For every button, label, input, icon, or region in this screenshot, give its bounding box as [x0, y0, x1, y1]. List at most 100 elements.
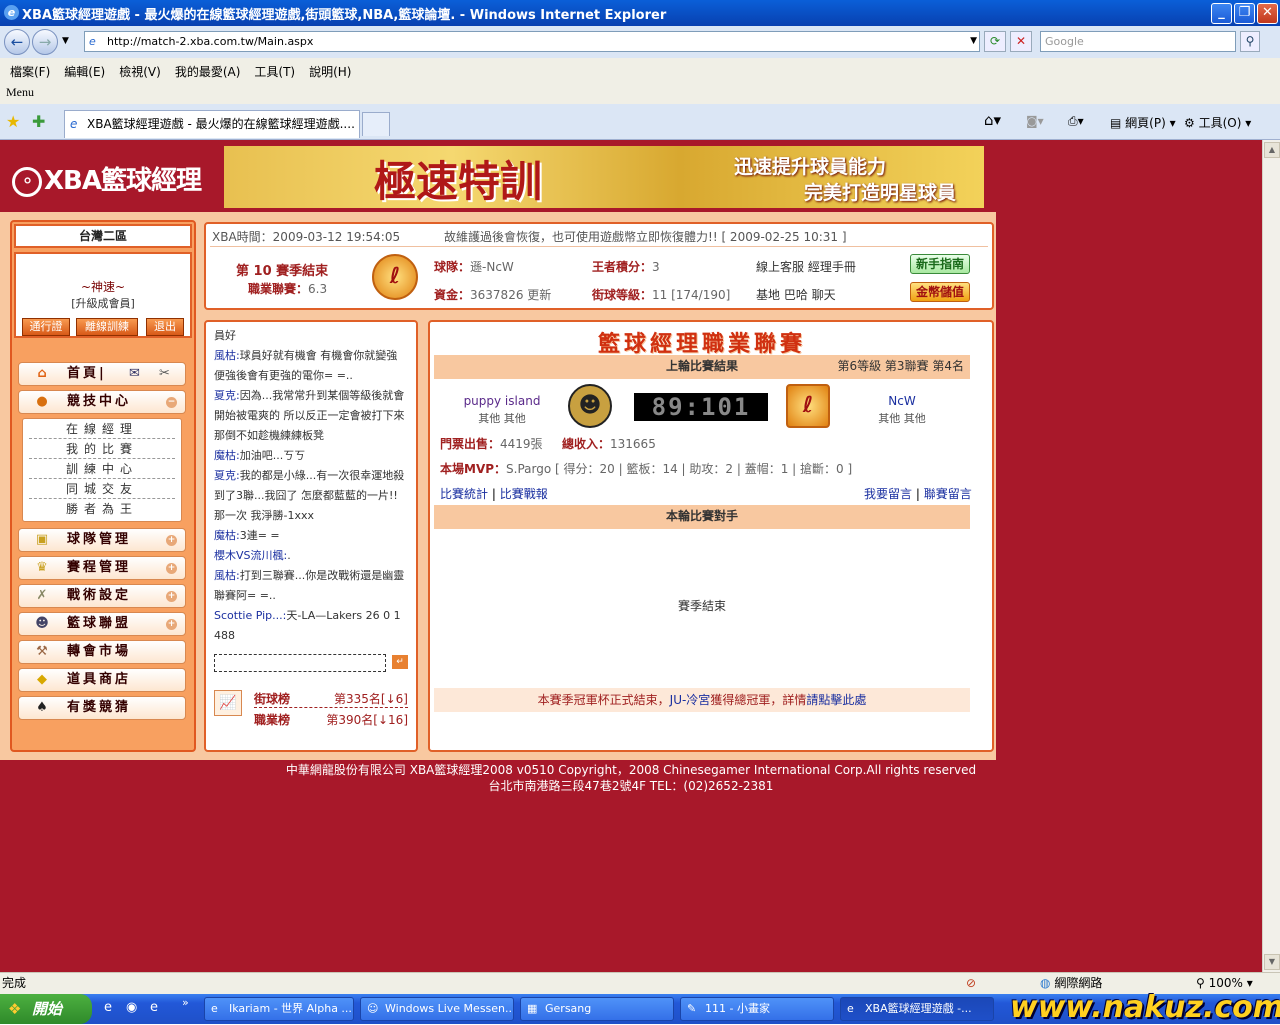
history-dropdown-icon[interactable]: ▼ — [62, 36, 69, 46]
nav-tactics[interactable]: ✗ 戰術設定 + — [18, 584, 186, 608]
close-button[interactable]: ✕ — [1257, 3, 1278, 24]
collapse-icon[interactable]: − — [166, 397, 177, 408]
chat-author[interactable]: 櫻木VS流川楓: — [214, 549, 287, 562]
upgrade-member-link[interactable]: [升級成會員] — [16, 295, 190, 311]
xba-logo[interactable]: ⚬ XBA籃球經理 — [12, 160, 202, 197]
expand-icon[interactable]: + — [166, 591, 177, 602]
search-icon[interactable]: ⚲ — [1240, 31, 1260, 52]
maximize-button[interactable]: ❐ — [1234, 3, 1255, 24]
team-value: 遜-NcW — [470, 260, 514, 274]
nav-team-management[interactable]: ▣ 球隊管理 + — [18, 528, 186, 552]
protected-mode-icon[interactable]: ⊘ — [966, 973, 976, 993]
newbie-guide-button[interactable]: 新手指南 — [910, 254, 970, 274]
subnav-my-matches[interactable]: 我的比賽 — [29, 439, 175, 459]
chat-input[interactable] — [214, 654, 386, 672]
feeds-icon[interactable]: ◙▾ — [1026, 114, 1044, 128]
expand-icon[interactable]: + — [166, 563, 177, 574]
search-input[interactable]: Google — [1040, 31, 1236, 52]
page-menu[interactable]: ▤ 網頁(P) ▾ — [1110, 114, 1176, 131]
print-icon[interactable]: ⎙▾ — [1068, 114, 1084, 129]
logout-button[interactable]: 退出 — [146, 318, 184, 336]
add-favorite-icon[interactable]: ✚ — [32, 112, 45, 131]
chat-send-icon[interactable]: ↵ — [392, 655, 408, 669]
task-ikariam[interactable]: e Ikariam - 世界 Alpha ... — [204, 997, 354, 1021]
minimize-button[interactable]: _ — [1211, 3, 1232, 24]
task-xba[interactable]: e XBA籃球經理遊戲 -... — [840, 997, 994, 1021]
vertical-scrollbar[interactable]: ▲ ▼ — [1262, 140, 1280, 972]
tab-xba[interactable]: e XBA籃球經理遊戲 - 最火爆的在線籃球經理遊戲.... — [64, 110, 360, 138]
stop-button[interactable]: ✕ — [1010, 31, 1032, 52]
address-dropdown-icon[interactable]: ▼ — [970, 32, 977, 51]
leave-message-link[interactable]: 我要留言 — [864, 487, 912, 501]
away-team-name[interactable]: NcW — [852, 394, 952, 408]
team-emblem-icon[interactable]: ℓ — [372, 254, 418, 300]
league-message-link[interactable]: 聯賽留言 — [924, 487, 972, 501]
ie-quicklaunch-icon[interactable]: e — [104, 1000, 112, 1015]
quicklaunch-more-icon[interactable]: » — [182, 996, 189, 1009]
refresh-button[interactable]: ⟳ — [984, 31, 1006, 52]
mail-icon[interactable]: ✉ — [129, 363, 140, 385]
chat-author[interactable]: 魔枯: — [214, 529, 240, 542]
menu-help[interactable]: 說明(H) — [309, 63, 351, 80]
globe-icon: ◍ — [1040, 976, 1051, 990]
nav-league[interactable]: ☻ 籃球聯盟 + — [18, 612, 186, 636]
offline-training-button[interactable]: 離線訓練 — [76, 318, 138, 336]
money-update-link[interactable]: 更新 — [527, 288, 551, 302]
task-paint[interactable]: ✎ 111 - 小畫家 — [680, 997, 834, 1021]
subnav-training-center[interactable]: 訓練中心 — [29, 459, 175, 479]
scroll-down-icon[interactable]: ▼ — [1264, 954, 1280, 970]
address-input[interactable]: e http://match-2.xba.com.tw/Main.aspx ▼ — [84, 31, 980, 52]
nav-arena[interactable]: ● 競技中心 − — [18, 390, 186, 414]
street-rank-row[interactable]: 街球榜 第335名[↓6] — [254, 690, 408, 708]
chat-author[interactable]: Scottie Pip...: — [214, 609, 286, 622]
career-rank-row[interactable]: 職業榜 第390名[↓16] — [254, 711, 408, 728]
explorer-quicklaunch-icon[interactable]: e — [150, 1000, 158, 1015]
online-links[interactable]: 線上客服 經理手冊 — [756, 258, 856, 275]
home-team-logo-icon[interactable]: ☻ — [568, 384, 612, 428]
subnav-online-manager[interactable]: 在線經理 — [29, 419, 175, 439]
task-messenger[interactable]: ☺ Windows Live Messen... — [360, 997, 514, 1021]
mvp-value: S.Pargo [ 得分：20 | 籃板：14 | 助攻：2 | 蓋帽：1 | … — [506, 462, 853, 476]
tools-menu[interactable]: ⚙ 工具(O) ▾ — [1184, 114, 1251, 131]
scroll-up-icon[interactable]: ▲ — [1264, 142, 1280, 158]
nav-home[interactable]: ⌂ 首頁| ✉ ✂ — [18, 362, 186, 386]
chat-author[interactable]: 夏克: — [214, 389, 240, 402]
match-stats-link[interactable]: 比賽統計 — [440, 487, 488, 501]
base-links[interactable]: 基地 巴哈 聊天 — [756, 286, 836, 303]
nav-prize-quiz[interactable]: ♠ 有獎競猜 — [18, 696, 186, 720]
home-icon[interactable]: ⌂▾ — [984, 111, 1001, 129]
subnav-local-friends[interactable]: 同城交友 — [29, 479, 175, 499]
pass-button[interactable]: 通行證 — [22, 318, 70, 336]
expand-icon[interactable]: + — [166, 535, 177, 546]
user-box: ~神速~ [升級成會員] 通行證 離線訓練 退出 — [14, 252, 192, 338]
champion-details-link[interactable]: 請點擊此處 — [806, 693, 866, 707]
menu-edit[interactable]: 編輯(E) — [64, 63, 105, 80]
away-team-logo-icon[interactable]: ℓ — [786, 384, 830, 428]
chat-author[interactable]: 風枯: — [214, 569, 240, 582]
start-button[interactable]: ❖ 開始 — [0, 994, 92, 1024]
champion-team-link[interactable]: JU-冷宮 — [670, 693, 711, 707]
chat-author[interactable]: 夏克: — [214, 469, 240, 482]
menu-favorites[interactable]: 我的最愛(A) — [175, 63, 241, 80]
ad-banner[interactable]: 極速特訓 迅速提升球員能力 完美打造明星球員 — [224, 146, 984, 208]
task-gersang[interactable]: ▦ Gersang — [520, 997, 674, 1021]
back-button[interactable]: ← — [4, 29, 30, 55]
menu-tools[interactable]: 工具(T) — [254, 63, 295, 80]
menu-view[interactable]: 檢視(V) — [119, 63, 161, 80]
expand-icon[interactable]: + — [166, 619, 177, 630]
media-quicklaunch-icon[interactable]: ◉ — [126, 1000, 137, 1015]
chat-author[interactable]: 魔枯: — [214, 449, 240, 462]
gold-recharge-button[interactable]: 金幣儲值 — [910, 282, 970, 302]
favorites-star-icon[interactable]: ★ — [6, 112, 20, 131]
settings-tools-icon[interactable]: ✂ — [159, 363, 170, 385]
subnav-winner-king[interactable]: 勝者為王 — [29, 499, 175, 519]
nav-transfer-market[interactable]: ⚒ 轉會市場 — [18, 640, 186, 664]
new-tab-button[interactable] — [362, 112, 390, 136]
forward-button[interactable]: → — [32, 29, 58, 55]
home-team-name[interactable]: puppy island — [448, 394, 556, 408]
match-report-link[interactable]: 比賽戰報 — [500, 487, 548, 501]
nav-item-shop[interactable]: ◆ 道具商店 — [18, 668, 186, 692]
chat-author[interactable]: 風枯: — [214, 349, 240, 362]
nav-schedule[interactable]: ♛ 賽程管理 + — [18, 556, 186, 580]
menu-file[interactable]: 檔案(F) — [10, 63, 50, 80]
